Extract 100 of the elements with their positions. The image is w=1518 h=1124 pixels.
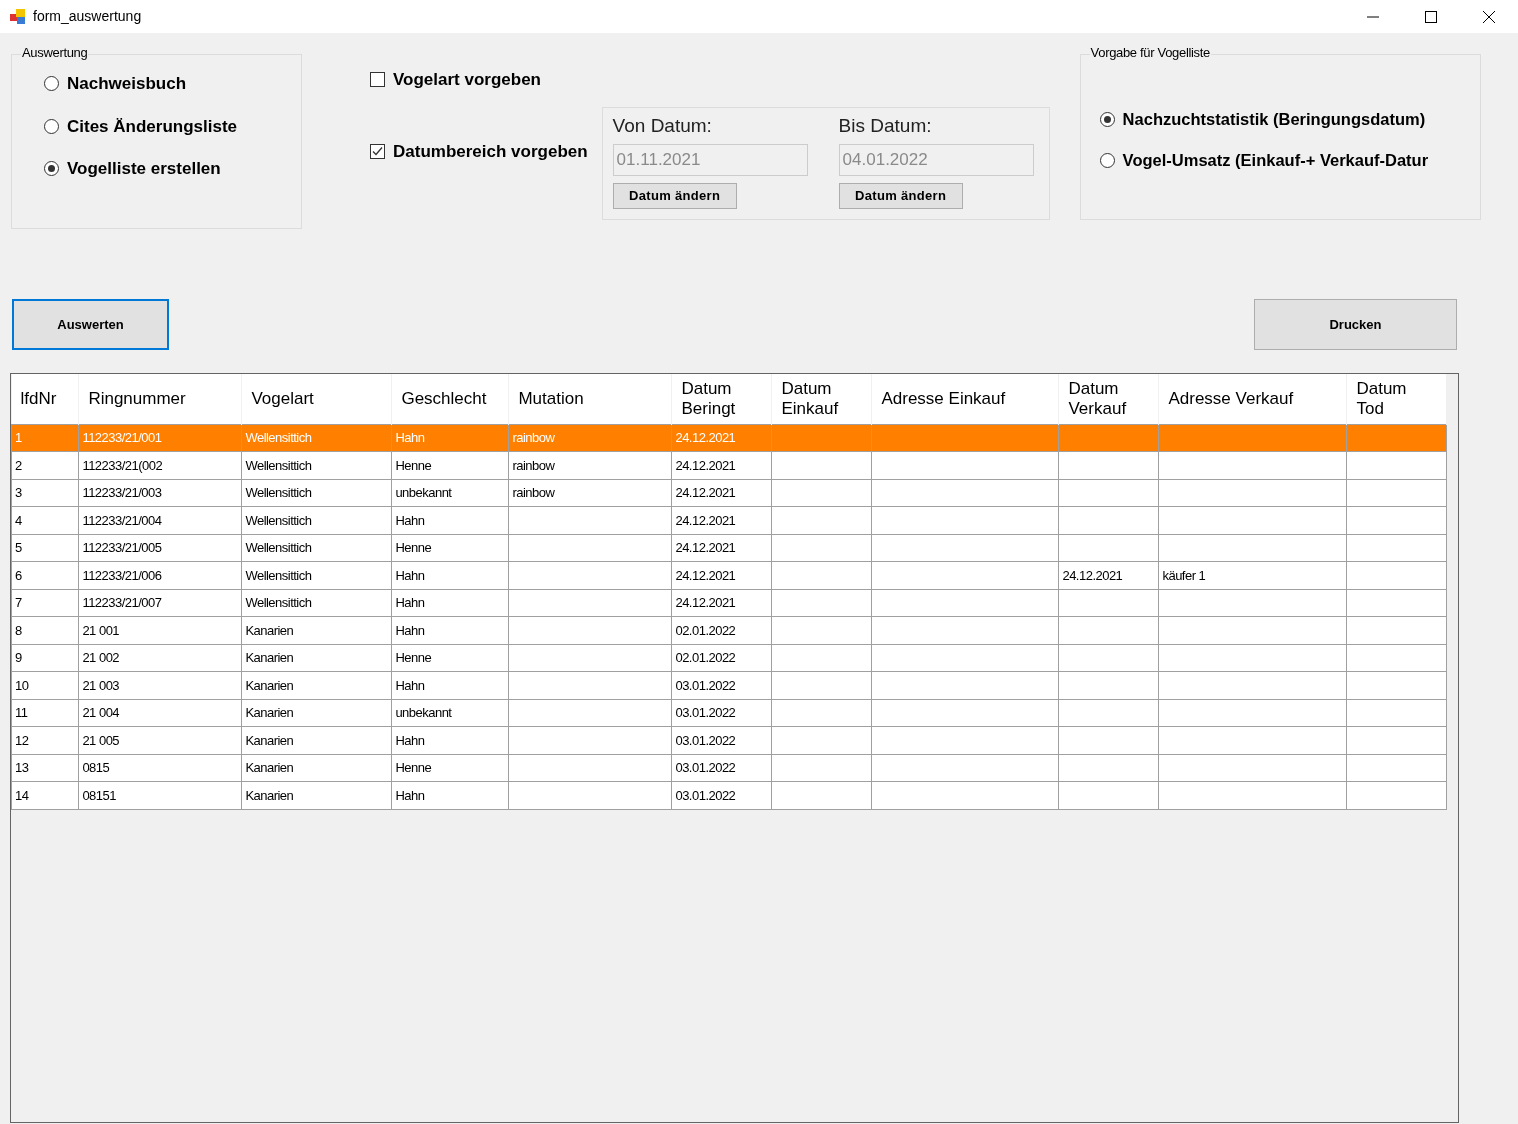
close-icon bbox=[1483, 10, 1495, 23]
table-cell: 10 bbox=[15, 677, 29, 693]
column-header[interactable]: Datum Tod bbox=[1346, 374, 1447, 424]
column-header[interactable]: Geschlecht bbox=[391, 374, 509, 424]
table-row[interactable]: 5 112233/21/005 Wellensittich Henne 24.12.2021 bbox=[11, 534, 1447, 562]
radio-button[interactable] bbox=[44, 161, 59, 177]
table-cell: 112233/21/003 bbox=[82, 485, 162, 500]
field-label: Von Datum: bbox=[612, 114, 713, 138]
radio-button[interactable] bbox=[1099, 152, 1115, 168]
table-cell: rainbow bbox=[512, 485, 555, 500]
table-cell: 14 bbox=[15, 787, 29, 803]
table-cell: Hahn bbox=[395, 622, 425, 638]
table-cell: 03.01.2022 bbox=[675, 760, 736, 775]
table-cell: 12 bbox=[15, 732, 29, 748]
table-cell: 02.01.2022 bbox=[675, 622, 736, 638]
table-cell: 24.12.2021 bbox=[675, 540, 736, 555]
column-header[interactable]: lfdNr bbox=[11, 374, 79, 424]
table-cell: Kanarien bbox=[245, 732, 294, 748]
table-cell: Henne bbox=[395, 457, 432, 473]
table-cell: käufer 1 bbox=[1162, 567, 1206, 583]
table-cell: 24.12.2021 bbox=[675, 485, 736, 500]
table-cell: 9 bbox=[15, 650, 22, 665]
table-cell: 24.12.2021 bbox=[675, 567, 736, 583]
column-header[interactable]: Ringnummer bbox=[78, 374, 242, 424]
table-cell: 1 bbox=[15, 430, 22, 445]
table-cell: Hahn bbox=[395, 567, 425, 583]
table-cell: Wellensittich bbox=[245, 567, 312, 583]
table-cell: 03.01.2022 bbox=[675, 705, 736, 720]
radio-button[interactable] bbox=[1099, 111, 1115, 127]
checkbox-label[interactable]: Datumbereich vorgeben bbox=[393, 138, 588, 164]
table-cell: Hahn bbox=[395, 595, 425, 610]
table-cell: rainbow bbox=[512, 430, 555, 445]
table-cell: 6 bbox=[15, 567, 22, 583]
table-cell: 8 bbox=[15, 622, 22, 638]
table-cell: 4 bbox=[15, 512, 22, 528]
checkbox-label[interactable]: Vogelart vorgeben bbox=[393, 67, 541, 93]
table-row[interactable]: 10 21 003 Kanarien Hahn 03.01.2022 bbox=[11, 671, 1447, 699]
field-label: Bis Datum: bbox=[838, 114, 933, 138]
table-cell: Wellensittich bbox=[245, 457, 312, 473]
table-cell: 21 004 bbox=[82, 705, 120, 720]
radio-label[interactable]: Cites Änderungsliste bbox=[67, 113, 238, 139]
table-row[interactable]: 3 112233/21/003 Wellensittich unbekannt rainbow 24.12.2021 bbox=[11, 479, 1447, 507]
table-row[interactable]: 14 08151 Kanarien Hahn 03.01.2022 bbox=[11, 781, 1447, 809]
table-cell: Hahn bbox=[395, 787, 425, 803]
table-cell: Wellensittich bbox=[245, 540, 312, 555]
table-cell: 112233/21/001 bbox=[82, 430, 162, 445]
column-header[interactable]: Datum Verkauf bbox=[1058, 374, 1159, 424]
table-cell: 03.01.2022 bbox=[675, 787, 736, 803]
checkbox[interactable] bbox=[370, 72, 385, 88]
table-row[interactable]: 4 112233/21/004 Wellensittich Hahn 24.12.2021 bbox=[11, 506, 1447, 534]
table-cell: Wellensittich bbox=[245, 430, 312, 445]
table-row[interactable]: 8 21 001 Kanarien Hahn 02.01.2022 bbox=[11, 616, 1447, 644]
column-header[interactable]: Adresse Verkauf bbox=[1158, 374, 1347, 424]
table-cell: Wellensittich bbox=[245, 512, 312, 528]
radio-label[interactable]: Vogel-Umsatz (Einkauf-+ Verkauf-Datur bbox=[1122, 147, 1429, 173]
table-row[interactable]: 13 0815 Kanarien Henne 03.01.2022 bbox=[11, 754, 1447, 782]
table-cell: 24.12.2021 bbox=[1062, 567, 1123, 583]
column-header[interactable]: Adresse Einkauf bbox=[871, 374, 1059, 424]
radio-label[interactable]: Vogelliste erstellen bbox=[67, 156, 221, 182]
table-cell: 112233/21/004 bbox=[82, 512, 162, 528]
radio-label[interactable]: Nachweisbuch bbox=[67, 71, 187, 97]
table-cell: 112233/21/006 bbox=[82, 567, 162, 583]
table-row[interactable]: 2 112233/21(002 Wellensittich Henne rainbow 24.12.2021 bbox=[11, 451, 1447, 479]
table-row[interactable]: 12 21 005 Kanarien Hahn 03.01.2022 bbox=[11, 726, 1447, 754]
table-row[interactable]: 6 112233/21/006 Wellensittich Hahn 24.12.2021 24.12.2021 käufer 1 bbox=[11, 561, 1447, 589]
table-cell: 24.12.2021 bbox=[675, 595, 736, 610]
table-cell: Wellensittich bbox=[245, 595, 312, 610]
table-cell: Kanarien bbox=[245, 650, 294, 665]
table-cell: Wellensittich bbox=[245, 485, 312, 500]
radio-button[interactable] bbox=[44, 118, 59, 134]
table-cell: Hahn bbox=[395, 732, 425, 748]
table-cell: 112233/21/005 bbox=[82, 540, 162, 555]
table-cell: 3 bbox=[15, 485, 22, 500]
window-title: form_auswertung bbox=[33, 7, 142, 26]
column-header[interactable]: Vogelart bbox=[241, 374, 392, 424]
radio-label[interactable]: Nachzuchtstatistik (Beringungsdatum) bbox=[1122, 107, 1426, 132]
table-cell: 21 001 bbox=[82, 622, 120, 638]
table-cell: Hahn bbox=[395, 677, 425, 693]
maximize-icon bbox=[1425, 10, 1437, 23]
column-header[interactable]: Datum Beringt bbox=[671, 374, 772, 424]
table-cell: 2 bbox=[15, 457, 22, 473]
table-row[interactable]: 9 21 002 Kanarien Henne 02.01.2022 bbox=[11, 644, 1447, 672]
table-cell: Henne bbox=[395, 760, 432, 775]
evaluate-button[interactable]: Auswerten bbox=[12, 299, 169, 350]
table-cell: 11 bbox=[15, 705, 28, 720]
table-cell: Kanarien bbox=[245, 677, 294, 693]
table-cell: 13 bbox=[15, 760, 29, 775]
print-button[interactable]: Drucken bbox=[1254, 299, 1457, 350]
table-cell: 0815 bbox=[82, 760, 110, 775]
column-header[interactable]: Mutation bbox=[508, 374, 672, 424]
table-row[interactable]: 11 21 004 Kanarien unbekannt 03.01.2022 bbox=[11, 699, 1447, 727]
radio-button[interactable] bbox=[44, 76, 59, 92]
table-cell: 21 005 bbox=[82, 732, 120, 748]
checkbox[interactable] bbox=[370, 143, 385, 159]
table-cell: unbekannt bbox=[395, 705, 452, 720]
column-header[interactable]: Datum Einkauf bbox=[771, 374, 872, 424]
table-cell: 112233/21(002 bbox=[82, 457, 163, 473]
table-row[interactable]: 7 112233/21/007 Wellensittich Hahn 24.12.2021 bbox=[11, 589, 1447, 617]
table-cell: 21 002 bbox=[82, 650, 120, 665]
table-cell: Kanarien bbox=[245, 760, 294, 775]
